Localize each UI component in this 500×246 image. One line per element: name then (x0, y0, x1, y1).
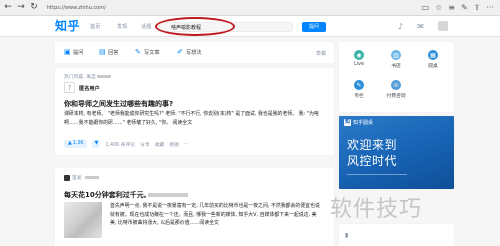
author-name[interactable]: 匿名用户 (79, 85, 100, 92)
answer-excerpt[interactable]: 课研本校, 有老师。 "老师我能成你研究生吗?" 老师: "不行不行, 你去别(… (64, 110, 326, 127)
sidebar-item-live[interactable]: ◉ Live (345, 50, 373, 67)
action-bar: ▲ 1.3K ▼ 1,406 条评论 分享 收藏 感谢 ··· (64, 140, 189, 148)
lock-icon: ▮ (345, 232, 349, 239)
ask-question-item[interactable]: ▣ 提问 (64, 48, 83, 57)
watermark: 软件技巧 (330, 197, 423, 222)
refresh-icon[interactable]: ↻ (29, 3, 39, 13)
more-icon[interactable]: ··· (184, 142, 189, 147)
avatar[interactable] (438, 21, 448, 31)
search-value: 啥声喻影教程 (171, 25, 202, 31)
article-thumbnail[interactable] (64, 202, 102, 238)
sidebar-item-column[interactable]: ✎ 专栏 (345, 80, 373, 99)
thought-icon: ✐ (177, 48, 183, 56)
ask-button[interactable]: 提问 (302, 22, 326, 32)
anonymous-avatar: ? (64, 82, 75, 93)
blurred-title-tail (148, 193, 189, 197)
downvote-button[interactable]: ▼ (92, 140, 101, 148)
message-icon[interactable]: ✉ (416, 22, 425, 31)
banner-brand: 知 知乎圆桌 (344, 119, 374, 126)
share-link[interactable]: 分享 (140, 141, 150, 148)
sidebar-card: ▮ (339, 224, 454, 246)
site-header: 知乎 首页 发现 话题 啥声喻影教程 提问 ♪ ✉ (0, 16, 500, 37)
hub-icon[interactable]: ≡ (448, 3, 455, 12)
draft-link[interactable]: 草稿 (316, 50, 326, 57)
live-icon: ◉ (354, 50, 364, 60)
address-bar[interactable]: https://www.zhihu.com/ (47, 5, 422, 11)
comments-link[interactable]: 1,406 条评论 (105, 141, 135, 148)
answer-item[interactable]: ▤ 回答 (99, 48, 118, 57)
caret-up-icon: ▲ (68, 141, 72, 146)
book-icon: ▥ (391, 50, 401, 60)
article-title[interactable]: 每天花10分钟套利过千元, (64, 190, 189, 200)
nav-home[interactable]: 首页 (90, 23, 100, 30)
nav-topics[interactable]: 话题 (141, 23, 151, 30)
sidebar-quicklinks: ◉ Live ▥ 书店 ▦ 圆桌 ✎ 专栏 ☏ 付费咨询 (339, 42, 454, 112)
share-icon[interactable]: ⇪ (474, 3, 481, 12)
back-icon[interactable]: ← (3, 3, 13, 13)
nav-discover[interactable]: 发现 (117, 23, 127, 30)
reading-view-icon[interactable]: ▭ (422, 3, 430, 12)
thanks-link[interactable]: 感谢 (169, 141, 179, 148)
favorite-star-icon[interactable]: ☆ (435, 3, 442, 12)
article-icon: ✎ (135, 48, 141, 56)
feed-card: 热门内容, 来自 ? 匿名用户 你和导师之间发生过哪些有趣的事? 课研本校, 有… (55, 68, 334, 155)
write-thought-item[interactable]: ✐ 写想法 (177, 48, 202, 57)
answer-icon: ▤ (99, 48, 106, 56)
forward-icon[interactable]: → (16, 3, 26, 13)
bell-icon[interactable]: ♪ (396, 22, 405, 31)
more-icon[interactable]: ··· (486, 3, 494, 12)
zhihu-mark-icon: 知 (344, 119, 351, 126)
banner-line-2: 风控时代 (347, 154, 398, 168)
question-title[interactable]: 你和导师之间发生过哪些有趣的事? (64, 99, 173, 109)
write-bar: ▣ 提问 ▤ 回答 ✎ 写文章 ✐ 写想法 草稿 (55, 42, 334, 63)
zhihu-logo[interactable]: 知乎 (55, 17, 80, 34)
sidebar-item-bookstore[interactable]: ▥ 书店 (382, 50, 410, 69)
write-article-item[interactable]: ✎ 写文章 (135, 48, 160, 57)
question-icon: ▣ (64, 48, 71, 56)
feed-card: 首发 每天花10分钟套利过千元, 首先声明一点, 我不是说一夜暴富有一定, 几年… (55, 168, 334, 246)
search-input[interactable]: 啥声喻影教程 (159, 22, 293, 32)
notes-icon[interactable]: ✎ (461, 3, 468, 12)
upvote-button[interactable]: ▲ 1.3K (64, 140, 88, 148)
consult-icon: ☏ (391, 80, 401, 90)
roundtable-icon: ▦ (428, 50, 438, 60)
topic-line: 热门内容, 来自 (64, 73, 111, 80)
article-excerpt[interactable]: 首先声明一点, 我不是说一夜暴富有一定, 几年前买的比特币也是一夜之间, 不然我… (110, 202, 320, 228)
blurred-source (96, 75, 111, 78)
banner-divider (347, 174, 407, 175)
banner-line-1: 欢迎来到 (347, 138, 398, 152)
browser-toolbar: ← → ↻ https://www.zhihu.com/ ▭ ☆ ≡ ✎ ⇪ ·… (0, 0, 500, 16)
sidebar-item-consult[interactable]: ☏ 付费咨询 (382, 80, 410, 99)
blurred-author (84, 176, 99, 179)
avatar[interactable] (64, 174, 70, 181)
collect-link[interactable]: 收藏 (155, 141, 165, 148)
column-icon: ✎ (354, 80, 364, 90)
sidebar-item-roundtable[interactable]: ▦ 圆桌 (419, 50, 447, 69)
author-line: 首发 (64, 174, 99, 181)
promo-banner[interactable]: 知 知乎圆桌 欢迎来到 风控时代 (339, 116, 454, 189)
